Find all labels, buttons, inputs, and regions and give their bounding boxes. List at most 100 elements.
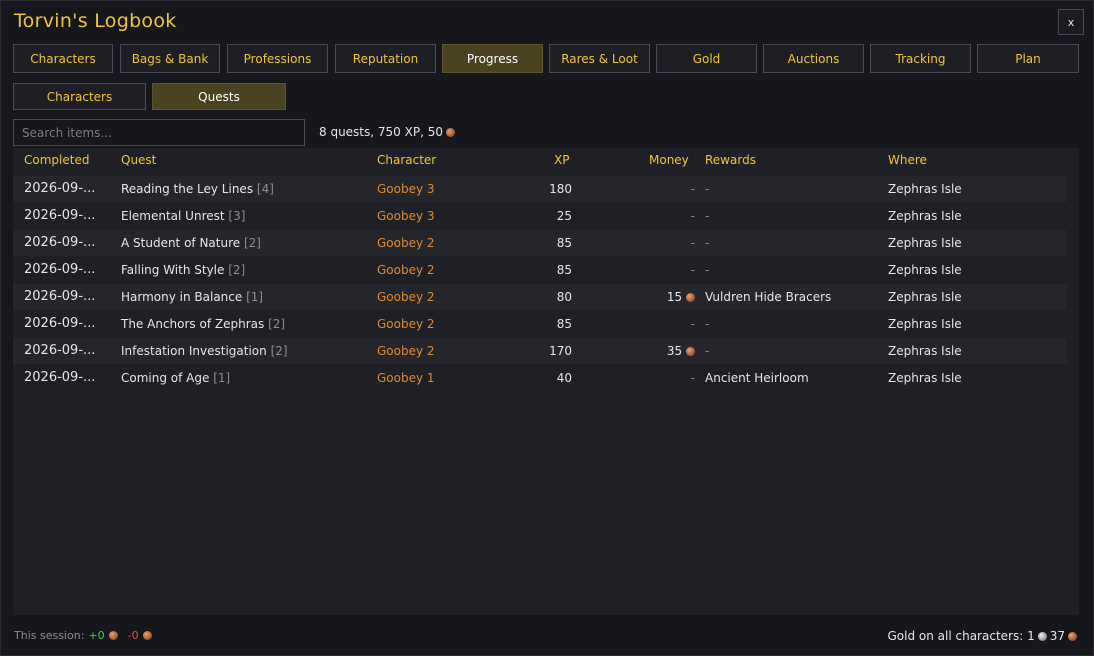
table-row[interactable]: 2026-09-... The Anchors of Zephras [2] G… [13,311,1067,337]
tab-tracking[interactable]: Tracking [870,44,971,73]
session-loss: -0 [127,629,139,642]
xp-value: 180 [549,182,572,196]
money-value: - [690,236,695,250]
quest-rank: [2] [228,263,246,277]
quest-rank: [1] [213,371,231,385]
close-button[interactable]: x [1058,9,1084,35]
quest-rank: [3] [228,209,246,223]
table-row[interactable]: 2026-09-... Coming of Age [1] Goobey 1 4… [13,365,1067,391]
money-value: 15 [633,290,695,304]
completed-date: 2026-09-... [24,235,96,250]
logbook-window: Torvin's Logbook x Characters Bags & Ban… [0,0,1094,656]
money-amount: 35 [666,344,683,358]
quest-title: Elemental Unrest [121,209,225,223]
completed-date: 2026-09-... [24,316,96,331]
rewards-value: - [705,317,710,331]
character-name: Goobey 2 [377,236,435,250]
header-rewards[interactable]: Rewards [705,153,756,167]
tab-professions[interactable]: Professions [227,44,328,73]
table-row[interactable]: 2026-09-... Elemental Unrest [3] Goobey … [13,203,1067,229]
tab-auctions[interactable]: Auctions [763,44,864,73]
xp-value: 80 [556,290,572,304]
header-quest[interactable]: Quest [121,153,156,167]
subtab-characters[interactable]: Characters [13,83,146,110]
quest-rank: [2] [270,344,288,358]
quest-name: Falling With Style [2] [121,263,245,277]
table-row[interactable]: 2026-09-... A Student of Nature [2] Goob… [13,230,1067,256]
header-completed[interactable]: Completed [24,153,89,167]
tab-plan[interactable]: Plan [977,44,1079,73]
quest-title: Falling With Style [121,263,225,277]
quest-title: The Anchors of Zephras [121,317,265,331]
tab-reputation[interactable]: Reputation [335,44,436,73]
completed-date: 2026-09-... [24,343,96,358]
rewards-value: - [705,209,710,223]
header-character[interactable]: Character [377,153,436,167]
tab-gold[interactable]: Gold [656,44,757,73]
quest-summary: 8 quests, 750 XP, 50 [319,125,455,139]
quest-name: Reading the Ley Lines [4] [121,182,274,196]
quest-title: Harmony in Balance [121,290,243,304]
copper-coin-icon [108,631,118,640]
table-row[interactable]: 2026-09-... Infestation Investigation [2… [13,338,1067,364]
rewards-value: Vuldren Hide Bracers [705,290,832,304]
session-gain: +0 [88,629,105,642]
header-xp[interactable]: XP [554,153,569,167]
completed-date: 2026-09-... [24,370,96,385]
search-input[interactable] [13,119,305,146]
table-row[interactable]: 2026-09-... Harmony in Balance [1] Goobe… [13,284,1067,310]
money-value: - [690,317,695,331]
completed-date: 2026-09-... [24,208,96,223]
where-value: Zephras Isle [888,290,962,304]
where-value: Zephras Isle [888,344,962,358]
xp-value: 85 [556,236,572,250]
subtab-quests[interactable]: Quests [152,83,286,110]
completed-date: 2026-09-... [24,262,96,277]
quest-rank: [2] [243,236,261,250]
copper-coin-icon [1068,631,1077,641]
completed-date: 2026-09-... [24,289,96,304]
quest-title: Reading the Ley Lines [121,182,254,196]
silver-coin-icon [1037,631,1047,641]
rewards-value: Ancient Heirloom [705,371,809,385]
rewards-value: - [705,182,710,196]
tab-characters[interactable]: Characters [13,44,113,73]
tab-rares-loot[interactable]: Rares & Loot [549,44,650,73]
money-amount: 15 [666,290,683,304]
rewards-value: - [705,344,710,358]
quest-name: Coming of Age [1] [121,371,230,385]
copper-coin-icon [686,293,695,302]
quest-name: Infestation Investigation [2] [121,344,288,358]
money-value: - [690,209,695,223]
character-name: Goobey 1 [377,371,435,385]
character-name: Goobey 3 [377,209,435,223]
quest-title: Infestation Investigation [121,344,267,358]
tab-bags-bank[interactable]: Bags & Bank [120,44,220,73]
copper-coin-icon [142,631,152,640]
money-value: - [690,182,695,196]
header-where[interactable]: Where [888,153,927,167]
character-name: Goobey 2 [377,290,435,304]
quest-table: Completed Quest Character XP Money Rewar… [13,148,1079,615]
xp-value: 25 [556,209,572,223]
quest-title: Coming of Age [121,371,210,385]
character-name: Goobey 2 [377,344,435,358]
window-title: Torvin's Logbook [14,10,177,32]
table-row[interactable]: 2026-09-... Falling With Style [2] Goobe… [13,257,1067,283]
xp-value: 85 [556,317,572,331]
quest-rank: [2] [268,317,286,331]
quest-rank: [4] [256,182,274,196]
where-value: Zephras Isle [888,236,962,250]
header-money[interactable]: Money [649,153,689,167]
session-label: This session: [14,629,85,642]
quest-rank: [1] [246,290,264,304]
gold-label: Gold on all characters: 1 [887,629,1035,643]
money-value: - [690,371,695,385]
quest-name: Harmony in Balance [1] [121,290,263,304]
table-row[interactable]: 2026-09-... Reading the Ley Lines [4] Go… [13,176,1067,202]
where-value: Zephras Isle [888,317,962,331]
completed-date: 2026-09-... [24,181,96,196]
copper-coin-icon [686,347,695,356]
rewards-value: - [705,236,710,250]
tab-progress[interactable]: Progress [442,44,543,73]
